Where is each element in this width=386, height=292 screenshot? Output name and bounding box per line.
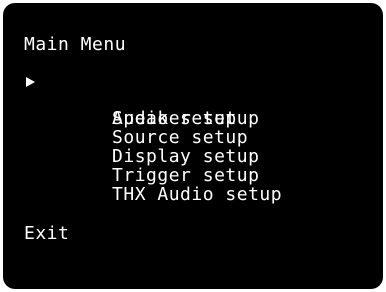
- menu-item-source-setup[interactable]: Source setup: [24, 109, 282, 147]
- menu-list: Audio setup Speaker setup Source setup D…: [24, 71, 282, 204]
- selection-cursor-icon: [26, 77, 35, 87]
- menu-item-speaker-setup[interactable]: Speaker setup: [24, 90, 282, 128]
- menu-item-audio-setup[interactable]: Audio setup: [24, 71, 282, 128]
- menu-title: Main Menu: [24, 34, 127, 55]
- menu-item-label: THX Audio setup: [112, 184, 283, 205]
- osd-screen: Main Menu Audio setup Speaker setup Sour…: [3, 3, 383, 289]
- menu-item-display-setup[interactable]: Display setup: [24, 128, 282, 166]
- menu-item-trigger-setup[interactable]: Trigger setup: [24, 147, 282, 185]
- menu-item-thx-audio-setup[interactable]: THX Audio setup: [24, 166, 282, 204]
- exit-menu-item[interactable]: Exit: [24, 223, 69, 245]
